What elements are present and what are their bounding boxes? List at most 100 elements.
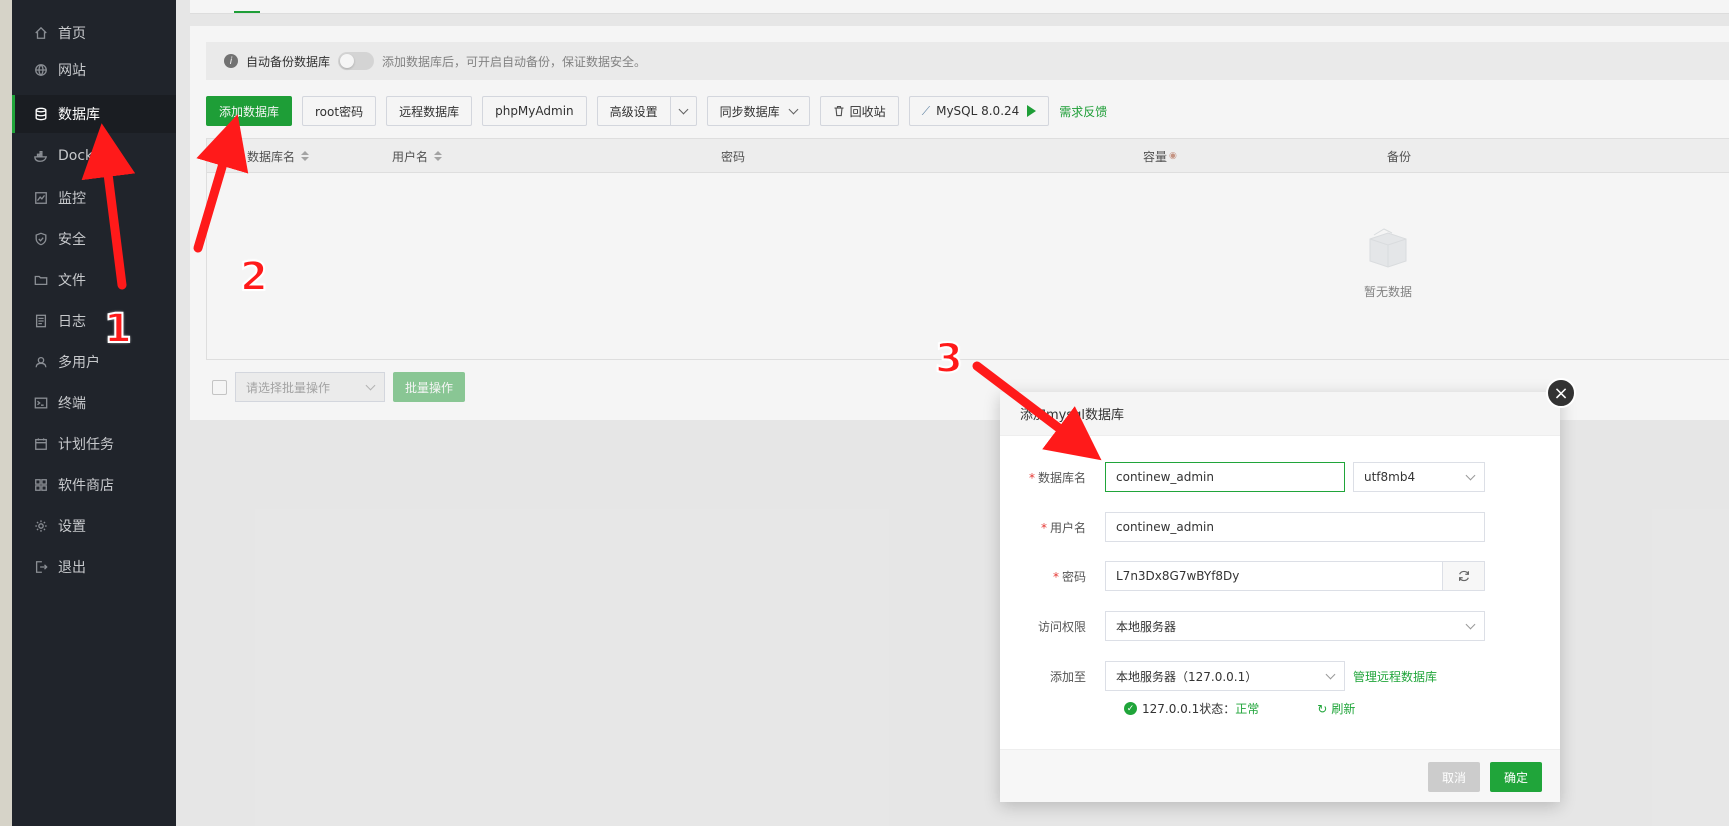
regenerate-password-button[interactable] [1443, 561, 1485, 591]
database-icon [34, 107, 48, 121]
sidebar-item-files[interactable]: 文件 [12, 261, 176, 299]
sidebar-item-docker[interactable]: Docker [12, 137, 176, 175]
play-icon [1027, 105, 1037, 117]
sidebar-item-label: 计划任务 [58, 437, 114, 453]
empty-box-icon [1369, 228, 1407, 268]
remote-database-button[interactable]: 远程数据库 [386, 96, 473, 126]
sidebar-item-label: 网站 [58, 63, 86, 79]
active-tab-indicator [234, 11, 260, 13]
chevron-down-icon [1325, 669, 1336, 679]
sidebar-item-website[interactable]: 网站 [12, 51, 176, 89]
auto-backup-notice: i 自动备份数据库 添加数据库后，可开启自动备份，保证数据安全。 [206, 42, 1729, 80]
sidebar: 首页 网站 数据库 Docker 监控 安全 文件 日志 多用户 终端 计划任务 [12, 0, 176, 826]
shield-icon [34, 232, 48, 246]
sort-icon [301, 151, 310, 161]
sidebar-item-cron[interactable]: 计划任务 [12, 425, 176, 463]
sidebar-item-terminal[interactable]: 终端 [12, 384, 176, 422]
column-capacity: 容量 ◉ [1143, 149, 1177, 164]
info-icon: i [224, 54, 238, 68]
calendar-icon [34, 437, 48, 451]
phpmyadmin-button[interactable]: phpMyAdmin [482, 96, 587, 126]
sidebar-item-monitor[interactable]: 监控 [12, 179, 176, 217]
add-to-select[interactable]: 本地服务器（127.0.0.1） [1105, 661, 1345, 691]
sidebar-item-users[interactable]: 多用户 [12, 343, 176, 381]
sidebar-item-logout[interactable]: 退出 [12, 548, 176, 586]
auto-backup-label: 自动备份数据库 [246, 54, 331, 69]
check-circle-icon: ✓ [1124, 702, 1137, 715]
recycle-bin-label: 回收站 [849, 104, 886, 119]
add-database-button[interactable]: 添加数据库 [206, 96, 293, 126]
sidebar-item-home[interactable]: 首页 [12, 14, 176, 52]
sidebar-item-label: Docker [58, 148, 108, 164]
empty-text: 暂无数据 [1363, 285, 1412, 299]
chevron-down-icon [788, 104, 799, 114]
sync-database-button[interactable]: 同步数据库 [706, 96, 810, 126]
sidebar-item-logs[interactable]: 日志 [12, 302, 176, 340]
apps-icon [34, 478, 48, 492]
sidebar-item-database[interactable]: 数据库 [12, 95, 176, 133]
logout-icon [34, 560, 48, 574]
toolbar: 添加数据库 root密码 远程数据库 phpMyAdmin 高级设置 同步数据库… [206, 95, 1107, 127]
sidebar-item-label: 文件 [58, 273, 86, 289]
docker-icon [34, 149, 48, 163]
auto-backup-desc: 添加数据库后，可开启自动备份，保证数据安全。 [382, 54, 647, 69]
sidebar-item-label: 终端 [58, 396, 86, 412]
empty-state: 暂无数据 [1355, 225, 1421, 300]
manage-remote-db-link[interactable]: 管理远程数据库 [1353, 668, 1437, 685]
chevron-down-icon[interactable] [669, 97, 696, 125]
sidebar-item-label: 软件商店 [58, 478, 114, 494]
chevron-down-icon [365, 380, 376, 390]
sidebar-item-label: 安全 [58, 232, 86, 248]
refresh-icon: ↻ [1317, 701, 1328, 716]
column-db-name[interactable]: 数据库名 [247, 139, 310, 173]
sidebar-item-security[interactable]: 安全 [12, 220, 176, 258]
home-icon [34, 26, 48, 40]
select-all-checkbox[interactable] [212, 379, 227, 395]
add-to-row: 添加至 本地服务器（127.0.0.1） 管理远程数据库 [1000, 661, 1437, 691]
access-row: 访问权限 本地服务器 [1000, 611, 1485, 641]
gear-icon [34, 519, 48, 533]
mysql-version-button[interactable]: ⟋ MySQL 8.0.24 [908, 96, 1050, 126]
refresh-status-link[interactable]: ↻ 刷新 [1317, 700, 1355, 717]
batch-operation-button[interactable]: 批量操作 [393, 372, 466, 402]
window-edge [0, 0, 12, 826]
password-input[interactable] [1105, 561, 1443, 591]
sidebar-item-label: 日志 [58, 314, 86, 330]
globe-icon [34, 63, 48, 77]
username-input[interactable] [1105, 512, 1485, 542]
server-status: ✓ 127.0.0.1状态： 正常 ↻ 刷新 [1124, 700, 1355, 717]
mysql-icon: ⟋ [921, 103, 931, 118]
advanced-settings-label: 高级设置 [609, 104, 658, 119]
folder-icon [34, 273, 48, 287]
sync-database-label: 同步数据库 [719, 104, 780, 119]
eye-icon[interactable]: ◉ [1169, 151, 1177, 161]
close-icon[interactable]: × [1546, 378, 1576, 408]
monitor-icon [34, 191, 48, 205]
db-name-input[interactable] [1105, 462, 1345, 492]
refresh-icon [1458, 570, 1469, 582]
confirm-button[interactable]: 确定 [1490, 762, 1543, 792]
trash-icon [834, 105, 844, 117]
charset-select[interactable]: utf8mb4 [1353, 462, 1485, 492]
column-password: 密码 [721, 149, 746, 164]
access-select[interactable]: 本地服务器 [1105, 611, 1485, 641]
cancel-button[interactable]: 取消 [1428, 762, 1481, 792]
status-value: 正常 [1235, 702, 1260, 716]
sidebar-item-label: 数据库 [58, 107, 100, 123]
sidebar-item-label: 退出 [58, 560, 86, 576]
feedback-link[interactable]: 需求反馈 [1059, 103, 1107, 120]
sidebar-item-store[interactable]: 软件商店 [12, 466, 176, 504]
advanced-settings-button[interactable]: 高级设置 [596, 96, 697, 126]
sidebar-item-label: 设置 [58, 519, 86, 535]
annotation-number-3: 3 [934, 335, 964, 383]
batch-operation-select[interactable]: 请选择批量操作 [235, 372, 385, 402]
sidebar-item-settings[interactable]: 设置 [12, 507, 176, 545]
sidebar-item-label: 多用户 [58, 355, 100, 371]
table-header: 数据库名 用户名 密码 容量 ◉ 备份 [207, 139, 1729, 173]
root-password-button[interactable]: root密码 [302, 96, 377, 126]
auto-backup-toggle[interactable] [338, 52, 375, 70]
recycle-bin-button[interactable]: 回收站 [819, 96, 899, 126]
password-row: * 密码 [1000, 561, 1485, 591]
log-icon [34, 314, 48, 328]
column-username[interactable]: 用户名 [392, 139, 443, 173]
